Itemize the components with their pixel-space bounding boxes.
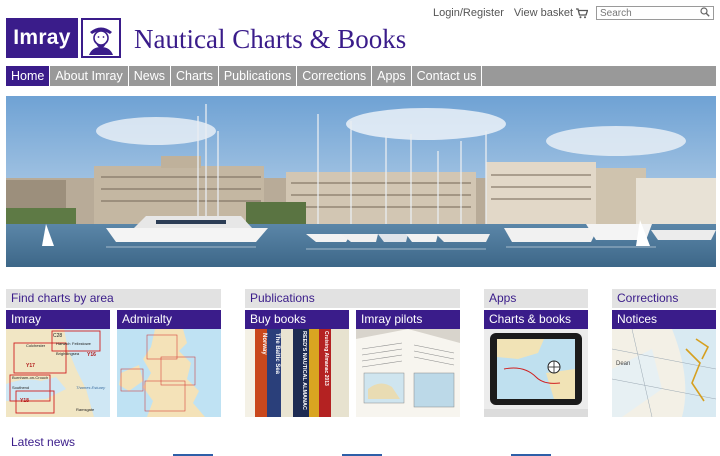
- nav-about-imray[interactable]: About Imray: [50, 66, 129, 86]
- book-spine-cruising-almanac: Cruising Almanac 2013: [323, 331, 329, 386]
- latest-news-strip: [0, 452, 720, 456]
- tile-imray-pilots[interactable]: Imray pilots: [356, 310, 460, 417]
- sailor-emblem-icon: [81, 18, 121, 58]
- nav-news[interactable]: News: [129, 66, 171, 86]
- tile-label-imray: Imray: [6, 310, 110, 329]
- search-input[interactable]: [600, 7, 692, 19]
- tile-buy-books[interactable]: Buy books Norway The Baltic Sea REED'S N…: [245, 310, 349, 417]
- tile-label-admiralty: Admiralty: [117, 310, 221, 329]
- main-nav: Home About Imray News Charts Publication…: [6, 66, 716, 86]
- map-label-felixstowe: Felixstowe: [72, 341, 92, 346]
- tile-admiralty-charts[interactable]: Admiralty: [117, 310, 221, 417]
- tile-label-imray-pilots: Imray pilots: [356, 310, 460, 329]
- nav-corrections[interactable]: Corrections: [297, 66, 373, 86]
- nav-home[interactable]: Home: [6, 66, 51, 86]
- map-label-c28: C28: [53, 333, 62, 339]
- tile-label-notices: Notices: [612, 310, 716, 329]
- section-apps: Apps Charts & books: [484, 289, 588, 417]
- section-title-find-charts: Find charts by area: [6, 289, 221, 308]
- nav-charts[interactable]: Charts: [171, 66, 219, 86]
- shopping-cart-icon: [576, 7, 588, 19]
- book-spines-image: Norway The Baltic Sea REED'S NAUTICAL AL…: [245, 329, 349, 417]
- search-icon[interactable]: [700, 6, 710, 20]
- notices-map-label-dean: Dean: [616, 361, 630, 367]
- utility-links: Login/Register View basket: [433, 6, 714, 20]
- latest-news-heading: Latest news: [11, 435, 76, 449]
- tile-imray-charts[interactable]: Imray C28 Y16 Y17 Y18 Felixstowe Colches…: [6, 310, 110, 417]
- view-basket-link[interactable]: View basket: [514, 7, 588, 19]
- tile-label-buy-books: Buy books: [245, 310, 349, 329]
- map-label-colchester: Colchester: [26, 343, 46, 348]
- map-label-harwich: Harwich: [56, 341, 70, 346]
- map-label-burnham: Burnham-on-Crouch: [12, 375, 48, 380]
- map-label-thames-estuary: Thames Estuary: [76, 385, 106, 390]
- tile-notices[interactable]: Notices Dean: [612, 310, 716, 417]
- imray-chart-map-image: C28 Y16 Y17 Y18 Felixstowe Colchester Br…: [6, 329, 110, 417]
- section-find-charts: Find charts by area Imray C28 Y16 Y17 Y1…: [6, 289, 221, 417]
- search-box: [596, 6, 714, 20]
- book-spine-reeds-almanac: REED'S NAUTICAL ALMANAC: [301, 331, 307, 410]
- pilot-book-pages-image: [356, 329, 460, 417]
- admiralty-chart-map-image: [117, 329, 221, 417]
- section-corrections: Corrections Notices Dean: [612, 289, 716, 417]
- tile-charts-books-app[interactable]: Charts & books: [484, 310, 588, 417]
- map-label-southend: Southend: [12, 385, 29, 390]
- nav-contact-us[interactable]: Contact us: [412, 66, 483, 86]
- map-label-y17: Y17: [26, 363, 35, 369]
- book-spine-baltic-sea: The Baltic Sea: [274, 333, 280, 375]
- section-title-apps: Apps: [484, 289, 588, 308]
- login-register-link[interactable]: Login/Register: [433, 7, 504, 19]
- map-label-y16: Y16: [87, 352, 96, 358]
- tablet-app-image: [484, 329, 588, 417]
- section-title-corrections: Corrections: [612, 289, 716, 308]
- book-spine-norway: Norway: [261, 333, 267, 355]
- section-publications: Publications Buy books Norway The Baltic…: [245, 289, 460, 417]
- view-basket-label: View basket: [513, 7, 573, 19]
- tile-label-charts-books: Charts & books: [484, 310, 588, 329]
- section-title-publications: Publications: [245, 289, 460, 308]
- site-title: Nautical Charts & Books: [134, 24, 407, 54]
- nav-publications[interactable]: Publications: [219, 66, 298, 86]
- imray-logo[interactable]: Imray: [6, 18, 121, 58]
- notices-chart-image: Dean: [612, 329, 716, 417]
- map-label-ramsgate: Ramsgate: [76, 407, 95, 412]
- map-label-y18: Y18: [20, 398, 29, 404]
- logo-text: Imray: [6, 18, 78, 58]
- nav-apps[interactable]: Apps: [372, 66, 412, 86]
- hero-harbour-image: [6, 96, 716, 267]
- map-label-brightlingsea: Brightlingsea: [56, 351, 80, 356]
